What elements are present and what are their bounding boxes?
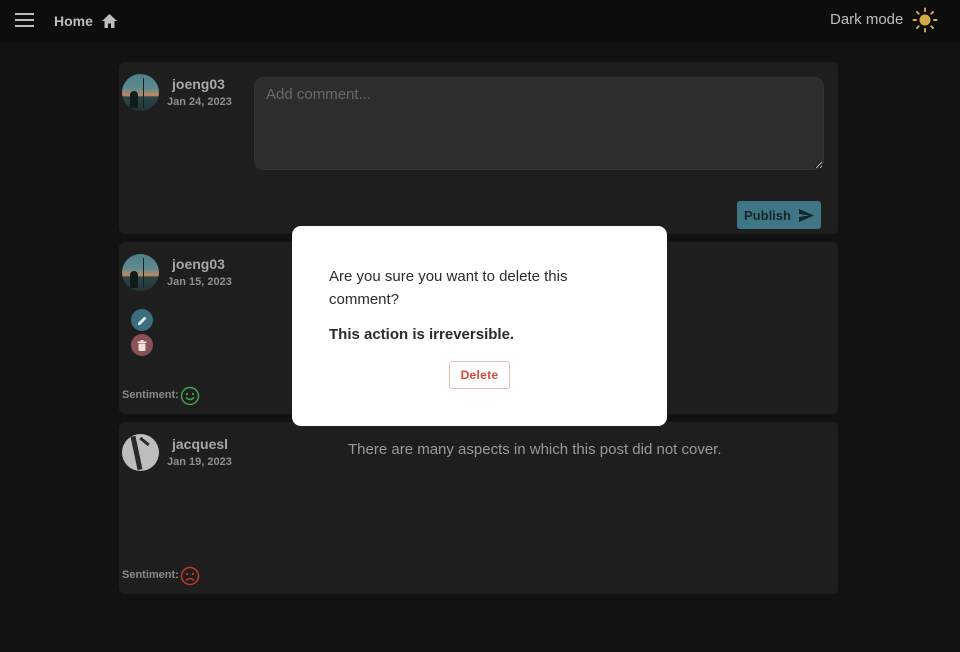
delete-confirm-dialog: Are you sure you want to delete this com… [292,226,667,426]
dialog-message: Are you sure you want to delete this com… [329,268,568,308]
dialog-warning: This action is irreversible. [329,326,515,343]
confirm-delete-button[interactable]: Delete [449,361,510,389]
